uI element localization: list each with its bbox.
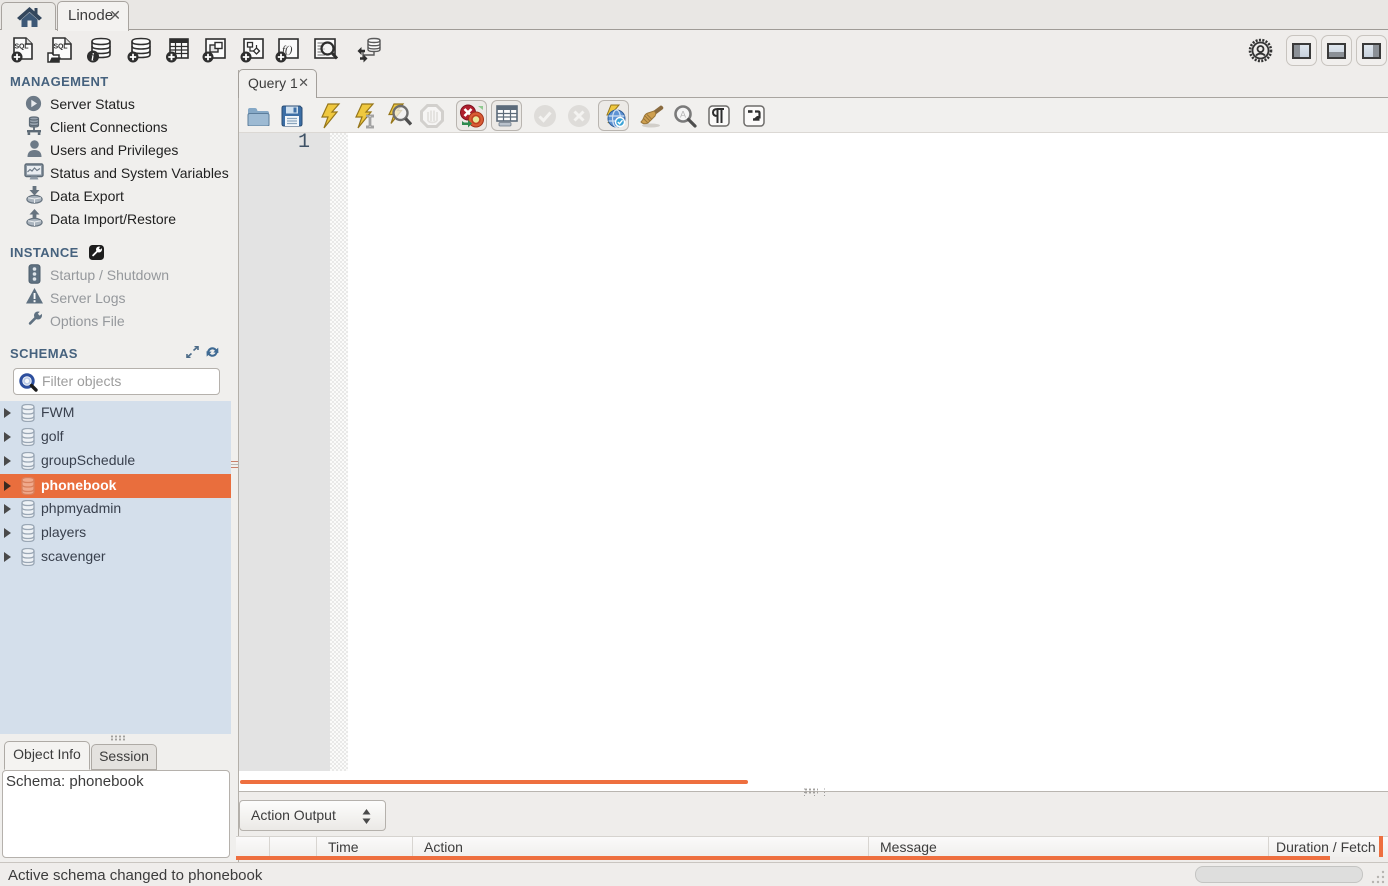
svg-text:A: A (680, 110, 686, 120)
svg-text:SQL: SQL (15, 44, 30, 51)
svg-text:SQL: SQL (54, 44, 69, 51)
svg-text:i: i (91, 53, 94, 64)
